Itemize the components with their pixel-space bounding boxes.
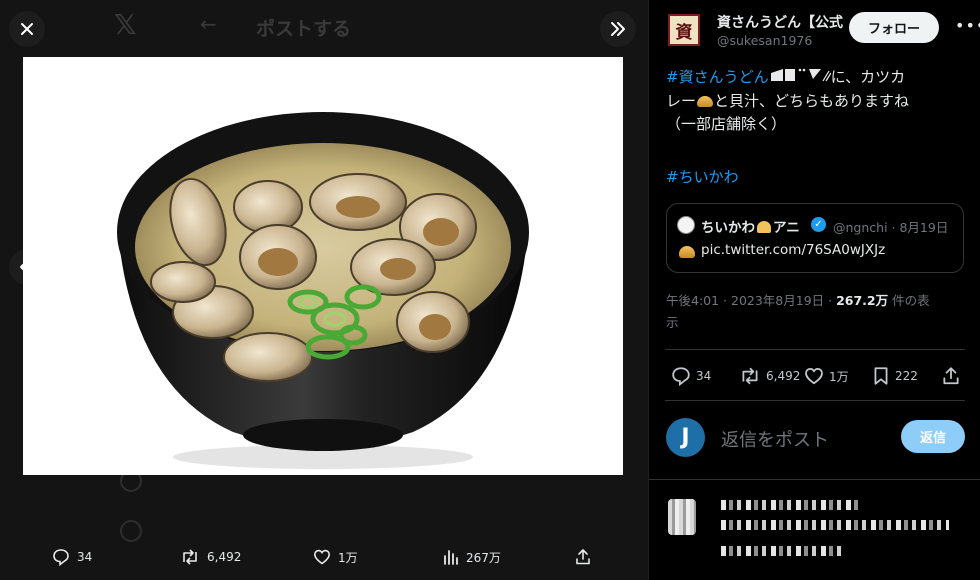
viewer-views-count: 267万 bbox=[466, 550, 501, 565]
expand-sidebar-button[interactable] bbox=[600, 11, 636, 47]
heart-icon bbox=[313, 549, 331, 565]
bookmark-count: 222 bbox=[895, 369, 918, 383]
viewer-like-button[interactable]: 1万 bbox=[313, 548, 358, 566]
quoted-author-name: ちいかわ アニ bbox=[701, 216, 800, 236]
author-handle[interactable]: @sukesan1976 bbox=[717, 33, 812, 48]
curry-emoji-icon bbox=[697, 95, 714, 107]
hashtag-chiikawa-link[interactable]: #ちいかわ bbox=[666, 166, 739, 187]
repost-button[interactable]: 6,492 bbox=[739, 366, 800, 386]
author-row: 資 資さんうどん【公式】 @sukesan1976 フォロー ••• bbox=[665, 10, 980, 54]
current-user-avatar[interactable]: J bbox=[666, 418, 705, 457]
verified-badge-icon: ✓ bbox=[811, 217, 826, 232]
author-avatar[interactable]: 資 bbox=[668, 14, 700, 46]
quoted-name-main: ちいかわ bbox=[701, 220, 755, 236]
post-action-bar: 34 6,492 1万 222 bbox=[667, 362, 967, 390]
back-arrow-icon: ← bbox=[200, 12, 217, 36]
post-text-line2-pre: レー bbox=[666, 91, 697, 110]
author-name[interactable]: 資さんうどん【公式】 bbox=[717, 12, 843, 32]
reply-count: 34 bbox=[696, 369, 712, 383]
like-count: 1万 bbox=[829, 369, 849, 384]
more-options-icon[interactable]: ••• bbox=[955, 16, 980, 35]
repost-icon bbox=[742, 367, 758, 385]
close-button[interactable] bbox=[9, 11, 45, 47]
quoted-name-emoji-icon bbox=[757, 221, 771, 233]
views-suffix-wrap: 示 bbox=[666, 315, 679, 330]
post-text: #資さんうどん に、カツカ レー と貝汁、どちらもありますね （一部店舗除く） bbox=[666, 66, 966, 137]
hashtag-link[interactable]: #資さんうどん bbox=[666, 68, 769, 86]
quoted-link[interactable]: pic.twitter.com/76SA0wJXJz bbox=[701, 242, 885, 258]
heart-icon bbox=[805, 367, 823, 385]
viewer-like-count: 1万 bbox=[338, 550, 358, 565]
quoted-name-suffix: アニ bbox=[773, 220, 800, 236]
x-logo-icon: 𝕏 bbox=[114, 8, 137, 41]
post-detail-sidebar: 資 資さんうどん【公式】 @sukesan1976 フォロー ••• #資さんう… bbox=[648, 0, 980, 580]
decorative-kaomoji-icon bbox=[770, 68, 831, 82]
share-icon bbox=[576, 549, 590, 565]
reply-icon bbox=[672, 367, 690, 386]
follow-button[interactable]: フォロー bbox=[849, 12, 939, 43]
blurred-reply-text bbox=[721, 500, 861, 510]
viewer-reply-count: 34 bbox=[77, 550, 93, 564]
timestamp-date[interactable]: 午後4:01 · 2023年8月19日 · bbox=[666, 293, 836, 308]
views-suffix: 件の表 bbox=[888, 293, 930, 308]
post-image[interactable] bbox=[23, 57, 623, 475]
post-text-line2-post: と貝汁、どちらもありますね bbox=[714, 91, 910, 110]
reply-icon bbox=[53, 549, 69, 566]
share-button[interactable] bbox=[941, 366, 961, 386]
post-timestamp: 午後4:01 · 2023年8月19日 · 267.2万 件の表 示 bbox=[666, 290, 966, 334]
divider bbox=[649, 479, 980, 480]
viewer-reply-button[interactable]: 34 bbox=[52, 548, 92, 566]
blurred-reply-text bbox=[721, 546, 841, 556]
quoted-post-card[interactable]: ちいかわ アニ ✓ @ngnchi · 8月19日 pic.twitter.com… bbox=[666, 203, 964, 273]
quoted-avatar bbox=[677, 216, 695, 234]
reply-button[interactable]: 34 bbox=[671, 366, 711, 386]
reply-input[interactable]: 返信をポスト bbox=[721, 426, 829, 452]
blurred-reply-text bbox=[721, 520, 949, 530]
background-heading: ポストする bbox=[256, 18, 352, 40]
viewer-views-button[interactable]: 267万 bbox=[443, 548, 501, 566]
divider bbox=[665, 400, 965, 401]
repost-count: 6,492 bbox=[766, 369, 801, 383]
quoted-link-emoji-icon bbox=[679, 246, 695, 258]
views-count: 267.2万 bbox=[836, 293, 889, 308]
bookmark-button[interactable]: 222 bbox=[872, 366, 918, 386]
viewer-repost-count: 6,492 bbox=[207, 550, 242, 564]
close-icon bbox=[21, 23, 33, 35]
double-chevron-right-icon bbox=[611, 22, 625, 36]
background-profile-icon bbox=[120, 520, 142, 542]
share-icon bbox=[943, 367, 959, 385]
repost-icon bbox=[183, 549, 197, 565]
like-button[interactable]: 1万 bbox=[804, 366, 849, 386]
clam-soup-bowl-image bbox=[23, 57, 623, 475]
reply-submit-button[interactable]: 返信 bbox=[901, 420, 965, 453]
views-chart-icon bbox=[444, 550, 458, 565]
media-viewer: 𝕏 ← ポストする 34 6,492 1万 267万 bbox=[0, 0, 648, 580]
divider bbox=[665, 349, 965, 350]
blurred-reply-avatar bbox=[668, 499, 696, 535]
post-text-line3: （一部店舗除く） bbox=[666, 115, 787, 133]
post-text-line1: に、カツカ bbox=[830, 68, 906, 86]
quoted-meta: @ngnchi · 8月19日 bbox=[833, 220, 949, 235]
viewer-share-button[interactable] bbox=[574, 548, 592, 566]
viewer-action-bar: 34 6,492 1万 267万 bbox=[0, 540, 648, 576]
bookmark-icon bbox=[874, 367, 888, 385]
viewer-repost-button[interactable]: 6,492 bbox=[180, 548, 241, 566]
